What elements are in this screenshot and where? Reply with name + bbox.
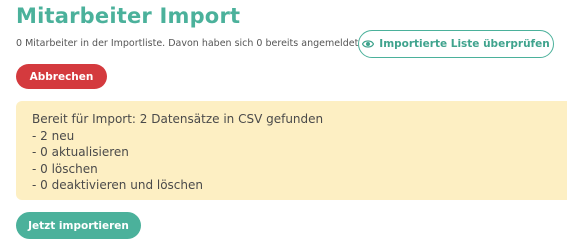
- import-summary-panel: Bereit für Import: 2 Datensätze in CSV g…: [16, 101, 567, 200]
- summary-line: - 0 löschen: [32, 161, 98, 176]
- eye-icon: [362, 38, 375, 50]
- import-status-text: 0 Mitarbeiter in der Importliste. Davon …: [16, 38, 362, 49]
- review-list-label: Importierte Liste überprüfen: [379, 38, 550, 50]
- summary-line: - 0 deaktivieren und löschen: [32, 178, 203, 192]
- review-list-button[interactable]: Importierte Liste überprüfen: [358, 30, 554, 58]
- summary-line: Bereit für Import: 2 Datensätze in CSV g…: [32, 112, 324, 126]
- import-now-button[interactable]: Jetzt importieren: [16, 212, 141, 239]
- summary-line: - 0 aktualisieren: [32, 145, 129, 159]
- summary-line: - 2 neu: [32, 128, 75, 143]
- cancel-button[interactable]: Abbrechen: [16, 64, 107, 89]
- page-title: Mitarbeiter Import: [16, 4, 241, 28]
